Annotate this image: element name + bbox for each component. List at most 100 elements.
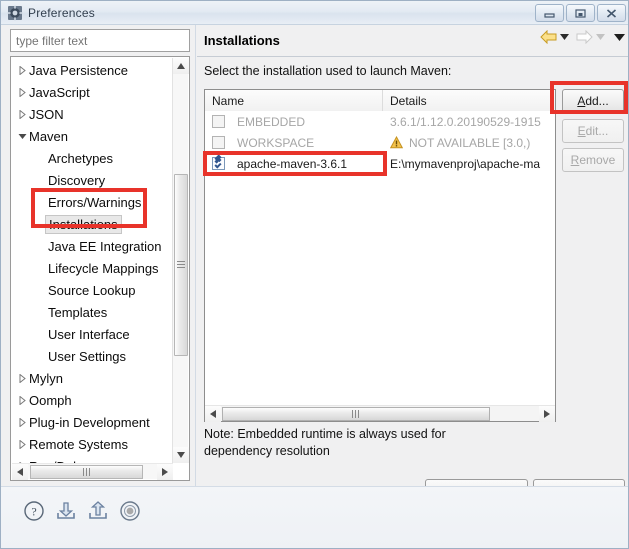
sidebar-item-label: JavaScript	[29, 84, 90, 100]
scroll-up-icon[interactable]	[173, 58, 189, 74]
sidebar-item-mylyn[interactable]: Mylyn	[11, 367, 171, 389]
installation-name: EMBEDDED	[237, 114, 306, 129]
page-navigation	[540, 30, 625, 44]
installation-name: apache-maven-3.6.1	[237, 156, 348, 171]
sidebar-item-java-ee-integration[interactable]: Java EE Integration	[11, 235, 171, 257]
installations-table[interactable]: Name Details EMBEDDED 3.6.1/1.12.0.201905…	[204, 89, 556, 422]
installation-details: E:\mymavenproj\apache-ma	[390, 156, 541, 171]
column-header-details[interactable]: Details	[383, 90, 555, 111]
row-checkbox[interactable]	[212, 115, 225, 128]
table-row[interactable]: EMBEDDED 3.6.1/1.12.0.20190529-1915	[205, 111, 555, 132]
sidebar-item-label: Java EE Integration	[48, 238, 162, 254]
tree-collapsed-arrow-icon[interactable]	[15, 395, 29, 405]
export-icon[interactable]	[87, 500, 109, 522]
window-title: Preferences	[28, 5, 95, 20]
sidebar-item-user-interface[interactable]: User Interface	[11, 323, 171, 345]
preferences-tree[interactable]: Java Persistence JavaScript JSON Maven Arche…	[10, 56, 190, 481]
sidebar-item-label: JSON	[29, 106, 64, 122]
minimize-icon[interactable]	[535, 4, 564, 22]
sidebar-item-source-lookup[interactable]: Source Lookup	[11, 279, 171, 301]
help-icon[interactable]: ?	[23, 500, 45, 522]
sidebar-item-installations[interactable]: Installations	[11, 213, 171, 235]
scroll-left-icon[interactable]	[12, 464, 28, 480]
divider	[197, 56, 628, 57]
sidebar-item-label: Java Persistence	[29, 62, 128, 78]
table-cell-name: EMBEDDED	[205, 115, 383, 129]
edit-button-label: Edit...	[577, 124, 609, 138]
tree-collapsed-arrow-icon[interactable]	[15, 87, 29, 97]
sidebar-item-archetypes[interactable]: Archetypes	[11, 147, 171, 169]
back-menu-chevron-down-icon[interactable]	[560, 34, 569, 40]
scroll-right-icon[interactable]	[157, 464, 173, 480]
sidebar-item-label: Errors/Warnings	[48, 194, 142, 210]
scrollbar-thumb[interactable]	[30, 465, 143, 479]
search-input[interactable]	[10, 29, 190, 52]
table-row[interactable]: WORKSPACE NOT AVAILABLE [3.0,)	[205, 132, 555, 153]
scroll-right-icon[interactable]	[539, 406, 555, 422]
view-menu-chevron-down-icon[interactable]	[614, 33, 625, 41]
note-text: Note: Embedded runtime is always used fo…	[204, 427, 446, 458]
tree-collapsed-arrow-icon[interactable]	[15, 373, 29, 383]
sidebar-item-json[interactable]: JSON	[11, 103, 171, 125]
add-button-label: Add...	[577, 94, 609, 108]
table-header: Name Details	[205, 90, 555, 111]
scroll-left-icon[interactable]	[205, 406, 221, 422]
column-header-name[interactable]: Name	[205, 90, 383, 111]
sidebar-item-lifecycle-mappings[interactable]: Lifecycle Mappings	[11, 257, 171, 279]
panel-divider	[195, 25, 196, 486]
forward-arrow-icon	[576, 30, 593, 44]
sidebar-item-discovery[interactable]: Discovery	[11, 169, 171, 191]
close-icon[interactable]	[597, 4, 626, 22]
forward-menu-chevron-down-icon	[596, 34, 605, 40]
sidebar-item-label: Installations	[45, 214, 122, 234]
edit-button[interactable]: Edit...	[562, 119, 624, 143]
tree-horizontal-scrollbar[interactable]	[12, 463, 173, 480]
sidebar-item-oomph[interactable]: Oomph	[11, 389, 171, 411]
table-cell-details: 3.6.1/1.12.0.20190529-1915	[383, 115, 555, 129]
window-controls	[535, 4, 626, 22]
table-cell-name: apache-maven-3.6.1	[205, 157, 383, 171]
tree-collapsed-arrow-icon[interactable]	[15, 109, 29, 119]
tree-vertical-scrollbar[interactable]	[172, 58, 189, 463]
sidebar-item-user-settings[interactable]: User Settings	[11, 345, 171, 367]
sidebar-item-label: Discovery	[48, 172, 106, 188]
gear-icon	[7, 5, 23, 21]
add-button[interactable]: Add...	[562, 89, 624, 113]
row-checkbox[interactable]	[212, 157, 225, 170]
tree-expanded-arrow-icon[interactable]	[15, 133, 29, 140]
dialog-footer: ?	[1, 487, 628, 548]
scrollbar-thumb[interactable]	[174, 174, 188, 356]
sidebar: Java Persistence JavaScript JSON Maven Arche…	[7, 28, 193, 486]
table-horizontal-scrollbar[interactable]	[205, 405, 555, 422]
row-checkbox[interactable]	[212, 136, 225, 149]
tree-collapsed-arrow-icon[interactable]	[15, 65, 29, 75]
table-cell-details: NOT AVAILABLE [3.0,)	[383, 136, 555, 150]
sidebar-item-label: User Settings	[48, 348, 127, 364]
warning-icon	[390, 136, 403, 149]
sidebar-item-label: Remote Systems	[29, 436, 128, 452]
sidebar-item-errors-warnings[interactable]: Errors/Warnings	[11, 191, 171, 213]
sidebar-item-templates[interactable]: Templates	[11, 301, 171, 323]
installation-details: 3.6.1/1.12.0.20190529-1915	[390, 114, 541, 129]
sidebar-item-java-persistence[interactable]: Java Persistence	[11, 59, 171, 81]
remove-button-label: Remove	[570, 153, 616, 167]
scrollbar-thumb[interactable]	[222, 407, 490, 421]
scroll-down-icon[interactable]	[173, 447, 189, 463]
sidebar-item-label: Plug-in Development	[29, 414, 150, 430]
sidebar-item-plug-in-development[interactable]: Plug-in Development	[11, 411, 171, 433]
sidebar-item-remote-systems[interactable]: Remote Systems	[11, 433, 171, 455]
sidebar-item-javascript[interactable]: JavaScript	[11, 81, 171, 103]
target-icon[interactable]	[119, 500, 141, 522]
import-icon[interactable]	[55, 500, 77, 522]
table-row[interactable]: apache-maven-3.6.1 E:\mymavenproj\apache-…	[205, 153, 555, 174]
remove-button[interactable]: Remove	[562, 148, 624, 172]
restore-icon[interactable]	[566, 4, 595, 22]
back-arrow-icon[interactable]	[540, 30, 557, 44]
table-cell-details: E:\mymavenproj\apache-ma	[383, 157, 555, 171]
tree-collapsed-arrow-icon[interactable]	[15, 439, 29, 449]
tree-collapsed-arrow-icon[interactable]	[15, 417, 29, 427]
sidebar-item-run-debug[interactable]: Run/Debug	[11, 455, 171, 463]
sidebar-item-maven[interactable]: Maven	[11, 125, 171, 147]
svg-text:?: ?	[31, 505, 36, 519]
preferences-dialog: Preferences type filter text Java Persis…	[0, 0, 629, 549]
